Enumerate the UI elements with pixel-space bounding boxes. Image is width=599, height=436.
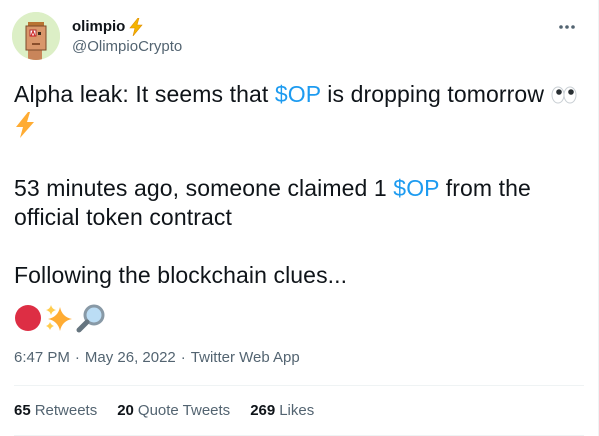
tweet-card: olimpio @OlimpioCrypto Alpha leak: It se… (0, 0, 599, 436)
tweet-source[interactable]: Twitter Web App (191, 349, 300, 366)
name-row: olimpio (72, 17, 182, 36)
quote-tweets-label: Quote Tweets (137, 402, 231, 419)
tweet-time[interactable]: 6:47 PM (14, 349, 70, 366)
quote-tweets-count: 20 (117, 402, 134, 419)
likes-label: Likes (279, 402, 315, 419)
text-segment: 53 minutes ago, someone claimed 1 (14, 175, 394, 201)
more-icon (559, 25, 575, 29)
retweets-label: Retweets (34, 402, 98, 419)
cashtag-link[interactable]: $OP (393, 175, 439, 201)
retweets-stat[interactable]: 65 Retweets (14, 402, 97, 419)
tweet-paragraph-1: Alpha leak: It seems that $OP is droppin… (14, 80, 584, 145)
tweet-paragraph-2: 53 minutes ago, someone claimed 1 $OP fr… (14, 174, 584, 232)
author-handle[interactable]: @OlimpioCrypto (72, 38, 182, 55)
meta-separator: · (74, 349, 80, 366)
tweet-meta: 6:47 PM · May 26, 2022 · Twitter Web App (14, 349, 300, 366)
likes-stat[interactable]: 269 Likes (250, 402, 314, 419)
cashtag-link[interactable]: $OP (275, 81, 321, 107)
sparkles-emoji (44, 303, 74, 338)
tweet-date[interactable]: May 26, 2022 (85, 349, 176, 366)
text-segment: Alpha leak: It seems that (14, 81, 275, 107)
text-segment: is dropping tomorrow (320, 81, 551, 107)
retweets-count: 65 (14, 402, 31, 419)
display-name[interactable]: olimpio (72, 18, 125, 35)
author-names: olimpio @OlimpioCrypto (72, 17, 182, 55)
quote-tweets-stat[interactable]: 20 Quote Tweets (117, 402, 230, 419)
eyes-emoji (551, 83, 577, 112)
likes-count: 269 (250, 402, 276, 419)
punk-avatar-icon (12, 12, 60, 60)
avatar[interactable] (12, 12, 60, 60)
engagement-stats: 65 Retweets 20 Quote Tweets 269 Likes (14, 402, 334, 419)
tweet-header: olimpio @OlimpioCrypto (12, 12, 182, 60)
red-circle-emoji (14, 304, 42, 337)
magnifying-glass-emoji (76, 303, 106, 338)
meta-separator: · (180, 349, 186, 366)
tweet-text: Alpha leak: It seems that $OP is droppin… (14, 80, 584, 290)
lightning-emoji (14, 112, 36, 145)
tweet-paragraph-3: Following the blockchain clues... (14, 262, 348, 288)
emoji-row (14, 303, 106, 338)
more-options-button[interactable] (554, 14, 580, 40)
divider (14, 385, 584, 386)
lightning-bolt-icon (128, 17, 144, 36)
